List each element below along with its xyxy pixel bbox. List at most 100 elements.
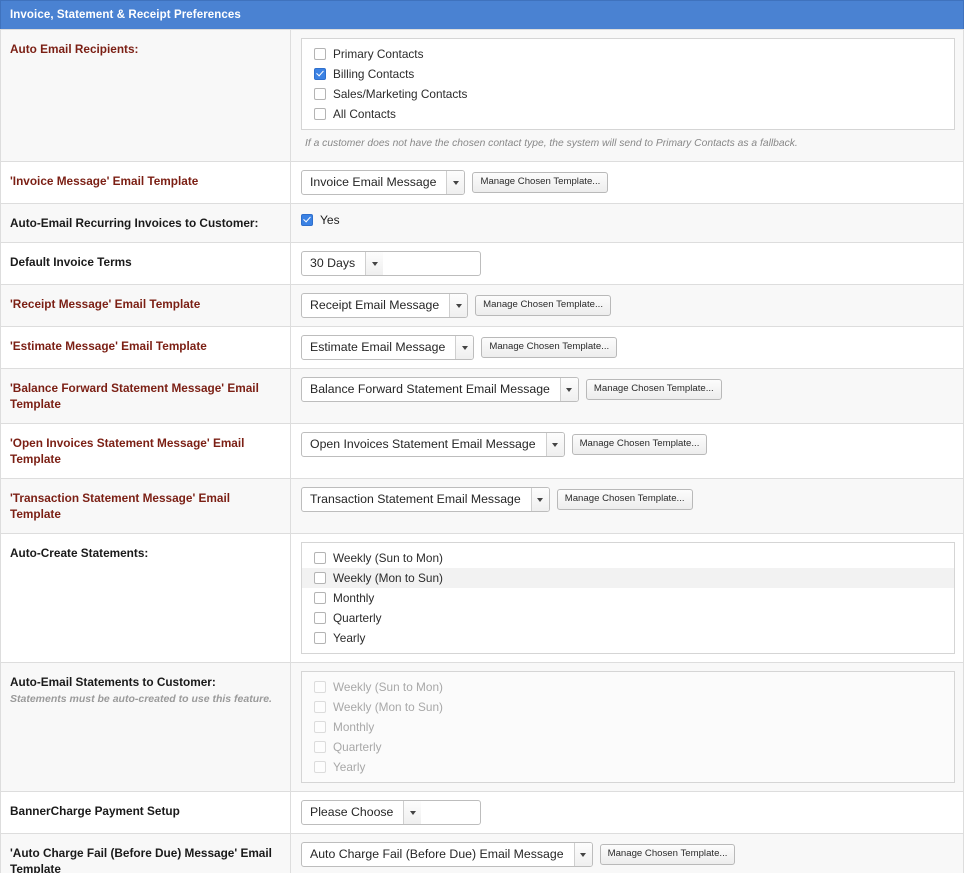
select-value: Open Invoices Statement Email Message — [310, 437, 536, 451]
checkbox-option-label: Primary Contacts — [333, 47, 424, 61]
row-label-cell: 'Auto Charge Fail (Before Due) Message' … — [0, 833, 291, 873]
chevron-down-icon[interactable] — [530, 488, 549, 511]
row-label-cell: Default Invoice Terms — [0, 242, 291, 285]
checkbox-option[interactable]: Monthly — [302, 588, 954, 608]
template-select[interactable]: Open Invoices Statement Email Message — [301, 432, 565, 457]
row-field-cell: Estimate Email Message Manage Chosen Temp… — [290, 326, 964, 369]
chevron-down-icon[interactable] — [559, 378, 578, 401]
checkbox-icon — [314, 761, 326, 773]
preference-row: Default Invoice Terms 30 Days — [0, 242, 964, 285]
checkbox-option[interactable]: Billing Contacts — [302, 64, 954, 84]
yes-checkbox[interactable]: Yes — [301, 212, 955, 227]
row-field-cell: 30 Days — [290, 242, 964, 285]
row-field-cell: Invoice Email Message Manage Chosen Templ… — [290, 161, 964, 204]
row-label: 'Balance Forward Statement Message' Emai… — [10, 381, 259, 411]
checkbox-icon — [314, 741, 326, 753]
template-select[interactable]: 30 Days — [301, 251, 481, 276]
template-select[interactable]: Receipt Email Message — [301, 293, 469, 318]
checkbox-option[interactable]: Primary Contacts — [302, 44, 954, 64]
checkbox-icon[interactable] — [314, 572, 326, 584]
manage-chosen-template-button[interactable]: Manage Chosen Template... — [481, 337, 618, 358]
checkbox-group: Weekly (Sun to Mon) Weekly (Mon to Sun) Mo… — [301, 542, 955, 654]
row-field-cell: Open Invoices Statement Email Message Man… — [290, 423, 964, 479]
preference-row: 'Transaction Statement Message' Email Te… — [0, 478, 964, 534]
chevron-down-icon[interactable] — [446, 171, 465, 194]
checkbox-icon[interactable] — [314, 552, 326, 564]
row-label: Default Invoice Terms — [10, 255, 132, 269]
manage-chosen-template-button[interactable]: Manage Chosen Template... — [571, 434, 708, 455]
preferences-table: Auto Email Recipients: Primary Contacts Bi… — [0, 29, 964, 873]
row-label-cell: 'Balance Forward Statement Message' Emai… — [0, 368, 291, 424]
chevron-down-icon[interactable] — [545, 433, 564, 456]
checkbox-option: Monthly — [302, 717, 954, 737]
preference-row: Auto-Email Statements to Customer: Statem… — [0, 662, 964, 792]
template-select[interactable]: Invoice Email Message — [301, 170, 466, 195]
checkbox-option[interactable]: Yearly — [302, 628, 954, 648]
select-value: Balance Forward Statement Email Message — [310, 382, 550, 396]
row-field-cell: Auto Charge Fail (Before Due) Email Mess… — [290, 833, 964, 873]
chevron-down-icon[interactable] — [573, 843, 592, 866]
checkbox-icon[interactable] — [314, 592, 326, 604]
template-select[interactable]: Auto Charge Fail (Before Due) Email Mess… — [301, 842, 593, 867]
checkbox-icon[interactable] — [314, 48, 326, 60]
row-label-cell: 'Open Invoices Statement Message' Email … — [0, 423, 291, 479]
checkbox-option-label: Monthly — [333, 591, 375, 605]
checkbox-option: Quarterly — [302, 737, 954, 757]
preference-row: 'Auto Charge Fail (Before Due) Message' … — [0, 833, 964, 873]
chevron-down-icon[interactable] — [365, 252, 384, 275]
checkbox-icon — [314, 721, 326, 733]
template-select[interactable]: Balance Forward Statement Email Message — [301, 377, 579, 402]
chevron-down-icon[interactable] — [403, 801, 422, 824]
row-label-cell: 'Invoice Message' Email Template — [0, 161, 291, 204]
checkbox-checked-icon[interactable] — [314, 68, 326, 80]
row-label-cell: 'Receipt Message' Email Template — [0, 284, 291, 327]
checkbox-option-label: Weekly (Sun to Mon) — [333, 680, 443, 694]
checkbox-icon[interactable] — [314, 612, 326, 624]
checkbox-icon[interactable] — [314, 632, 326, 644]
control-row: Auto Charge Fail (Before Due) Email Mess… — [301, 842, 955, 867]
checkbox-option[interactable]: Sales/Marketing Contacts — [302, 84, 954, 104]
checkbox-option: Yearly — [302, 757, 954, 777]
checkbox-option[interactable]: Quarterly — [302, 608, 954, 628]
chevron-down-icon[interactable] — [455, 336, 474, 359]
checkbox-option-label: Yearly — [333, 631, 366, 645]
checkbox-checked-icon[interactable] — [301, 214, 313, 226]
checkbox-option[interactable]: Weekly (Mon to Sun) — [302, 568, 954, 588]
preference-row: 'Balance Forward Statement Message' Emai… — [0, 368, 964, 424]
select-value: Estimate Email Message — [310, 340, 446, 354]
manage-chosen-template-button[interactable]: Manage Chosen Template... — [556, 489, 693, 510]
checkbox-option-label: Billing Contacts — [333, 67, 415, 81]
checkbox-group: Weekly (Sun to Mon) Weekly (Mon to Sun) Mo… — [301, 671, 955, 783]
manage-chosen-template-button[interactable]: Manage Chosen Template... — [472, 172, 609, 193]
preference-row: 'Estimate Message' Email Template Estimat… — [0, 326, 964, 369]
row-label: Auto-Create Statements: — [10, 546, 149, 560]
row-field-cell: Please Choose — [290, 791, 964, 834]
row-label-cell: Auto-Create Statements: — [0, 533, 291, 663]
checkbox-group: Primary Contacts Billing Contacts Sales/Ma… — [301, 38, 955, 130]
checkbox-option-label: Quarterly — [333, 740, 382, 754]
template-select[interactable]: Transaction Statement Email Message — [301, 487, 550, 512]
checkbox-icon[interactable] — [314, 108, 326, 120]
preference-row: BannerCharge Payment Setup Please Choose — [0, 791, 964, 834]
checkbox-option-label: Weekly (Mon to Sun) — [333, 700, 443, 714]
row-label: Auto Email Recipients: — [10, 42, 139, 56]
manage-chosen-template-button[interactable]: Manage Chosen Template... — [599, 844, 736, 865]
row-field-cell: Yes — [290, 203, 964, 243]
checkbox-option-label: All Contacts — [333, 107, 396, 121]
row-label: 'Receipt Message' Email Template — [10, 297, 201, 311]
preference-row: 'Invoice Message' Email Template Invoice … — [0, 161, 964, 204]
manage-chosen-template-button[interactable]: Manage Chosen Template... — [585, 379, 722, 400]
checkbox-option[interactable]: Weekly (Sun to Mon) — [302, 548, 954, 568]
checkbox-option-label: Sales/Marketing Contacts — [333, 87, 468, 101]
manage-chosen-template-button[interactable]: Manage Chosen Template... — [475, 295, 611, 316]
checkbox-option[interactable]: All Contacts — [302, 104, 954, 124]
template-select[interactable]: Estimate Email Message — [301, 335, 475, 360]
preference-row: Auto-Email Recurring Invoices to Custome… — [0, 203, 964, 243]
chevron-down-icon[interactable] — [449, 294, 468, 317]
select-value: Auto Charge Fail (Before Due) Email Mess… — [310, 847, 564, 861]
template-select[interactable]: Please Choose — [301, 800, 481, 825]
preference-row: 'Receipt Message' Email Template Receipt … — [0, 284, 964, 327]
row-field-cell: Primary Contacts Billing Contacts Sales/Ma… — [290, 29, 964, 162]
control-row: Please Choose — [301, 800, 955, 825]
checkbox-icon[interactable] — [314, 88, 326, 100]
